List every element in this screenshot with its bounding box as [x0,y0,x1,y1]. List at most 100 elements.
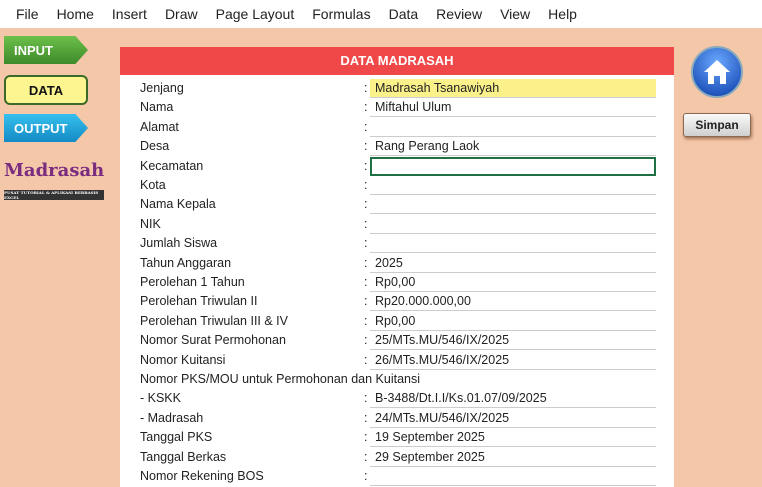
logo-text: Madrasah [4,160,105,181]
input-nav-button[interactable]: INPUT [4,36,88,64]
menu-review[interactable]: Review [436,6,482,22]
field-nama-kepala[interactable] [370,195,656,215]
colon: : [364,178,368,192]
home-icon [704,60,730,84]
field-nomor-rekening-bos[interactable] [370,467,656,486]
data-nav-button[interactable]: DATA [4,75,88,105]
colon: : [364,197,368,212]
form-row: Tahun Anggaran:2025 [120,254,674,273]
form-row: Nomor Rekening BOS: [120,467,674,486]
label-nama: Nama [140,100,174,115]
colon: : [364,255,368,270]
menu-home[interactable]: Home [57,6,94,22]
label-nomor-kuitansi: Nomor Kuitansi [140,352,226,367]
colon: : [364,469,368,483]
label-jumlah-siswa: Jumlah Siswa [140,236,218,251]
label-nomor-surat-permohonan: Nomor Surat Permohonan [140,333,286,348]
field-nama[interactable]: Miftahul Ulum [370,98,656,118]
field-tanggal-berkas[interactable]: 29 September 2025 [370,448,656,467]
label-tahun-anggaran: Tahun Anggaran [140,255,232,270]
form-row: Jenjang: Madrasah Tsanawiyah [120,79,674,98]
madrasah-logo: Madrasah PUSAT TUTORIAL & APLIKASI BERBAS… [4,160,112,200]
colon: : [364,139,368,154]
field-perolehan-triwulan-ii[interactable]: Rp20.000.000,00 [370,292,656,312]
menu-bar: File Home Insert Draw Page Layout Formulas Dat… [0,0,762,28]
colon: : [364,275,368,289]
colon: : [364,236,368,251]
field-perolehan-triwulan-iii-iv[interactable]: Rp0,00 [370,312,656,331]
menu-page-layout[interactable]: Page Layout [216,6,295,22]
colon: : [364,313,368,328]
form-row: Jumlah Siswa: [120,234,674,254]
field-kecamatan[interactable] [370,156,656,176]
label-perolehan-triwulan-iii-iv: Perolehan Triwulan III & IV [140,313,288,328]
label-nik: NIK [140,216,161,231]
colon: : [364,391,368,406]
output-nav-button[interactable]: OUTPUT [4,114,88,142]
field-jumlah-siswa[interactable] [370,234,656,254]
menu-formulas[interactable]: Formulas [312,6,370,22]
form-row: Nama Kepala: [120,195,674,215]
data-madrasah-panel: DATA MADRASAH Jenjang: Madrasah Tsanawiya… [120,47,674,487]
form-row: - Madrasah:24/MTs.MU/546/IX/2025 [120,409,674,428]
menu-view[interactable]: View [500,6,530,22]
label-nama-kepala: Nama Kepala [140,197,216,212]
form-row: NIK: [120,215,674,234]
colon: : [364,430,368,445]
home-button[interactable] [691,46,743,98]
colon: : [364,333,368,348]
label-tanggal-pks: Tanggal PKS [140,430,213,445]
field-nomor-surat-permohonan[interactable]: 25/MTs.MU/546/IX/2025 [370,331,656,351]
field-jenjang[interactable]: Madrasah Tsanawiyah [370,79,656,98]
colon: : [364,81,368,95]
colon: : [364,294,368,309]
label-kota: Kota [140,178,166,192]
menu-help[interactable]: Help [548,6,577,22]
form-row: - KSKK: B-3488/Dt.I.I/Ks.01.07/09/2025 [120,389,674,409]
colon: : [364,216,368,231]
label-alamat: Alamat [140,119,179,134]
colon: : [364,100,368,115]
label-nomor-pks-mou-untuk-permohonan-dan-kuitansi: Nomor PKS/MOU untuk Permohonan dan Kuita… [140,372,420,386]
form-row: Tanggal Berkas:29 September 2025 [120,448,674,467]
field-madrasah[interactable]: 24/MTs.MU/546/IX/2025 [370,409,656,428]
field-desa[interactable]: Rang Perang Laok [370,137,656,157]
label-jenjang: Jenjang [140,81,184,95]
field-nomor-kuitansi[interactable]: 26/MTs.MU/546/IX/2025 [370,351,656,370]
label-tanggal-berkas: Tanggal Berkas [140,449,227,464]
menu-draw[interactable]: Draw [165,6,198,22]
form-row: Nomor Kuitansi:26/MTs.MU/546/IX/2025 [120,351,674,370]
colon: : [364,410,368,425]
field-kskk[interactable]: B-3488/Dt.I.I/Ks.01.07/09/2025 [370,389,656,409]
colon: : [364,352,368,367]
field-kota[interactable] [370,176,656,195]
menu-insert[interactable]: Insert [112,6,147,22]
form-row: Tanggal PKS:19 September 2025 [120,428,674,448]
colon: : [364,449,368,464]
form-row: Perolehan Triwulan III & IV: Rp0,00 [120,312,674,331]
form-row: Perolehan Triwulan II: Rp20.000.000,00 [120,292,674,312]
label-desa: Desa [140,139,170,154]
label-madrasah: - Madrasah [140,410,204,425]
field-nik[interactable] [370,215,656,234]
simpan-button[interactable]: Simpan [683,113,751,137]
form-row: Nomor PKS/MOU untuk Permohonan dan Kuita… [120,370,674,389]
form-row: Alamat: [120,118,674,137]
form-row: Nomor Surat Permohonan:25/MTs.MU/546/IX/… [120,331,674,351]
label-nomor-rekening-bos: Nomor Rekening BOS [140,469,264,483]
colon: : [364,158,368,173]
menu-file[interactable]: File [16,6,39,22]
field-tahun-anggaran[interactable]: 2025 [370,254,656,273]
form-row: Nama: Miftahul Ulum [120,98,674,118]
label-perolehan-1-tahun: Perolehan 1 Tahun [140,275,245,289]
form-row: Desa: Rang Perang Laok [120,137,674,157]
label-kecamatan: Kecamatan [140,158,204,173]
field-alamat[interactable] [370,118,656,137]
form-row: Kota: [120,176,674,195]
colon: : [364,119,368,134]
menu-data[interactable]: Data [389,6,419,22]
field-perolehan-1-tahun[interactable]: Rp0,00 [370,273,656,292]
field-tanggal-pks[interactable]: 19 September 2025 [370,428,656,448]
logo-subtitle: PUSAT TUTORIAL & APLIKASI BERBASIS EXCEL [4,190,104,200]
form-title: DATA MADRASAH [120,47,674,75]
